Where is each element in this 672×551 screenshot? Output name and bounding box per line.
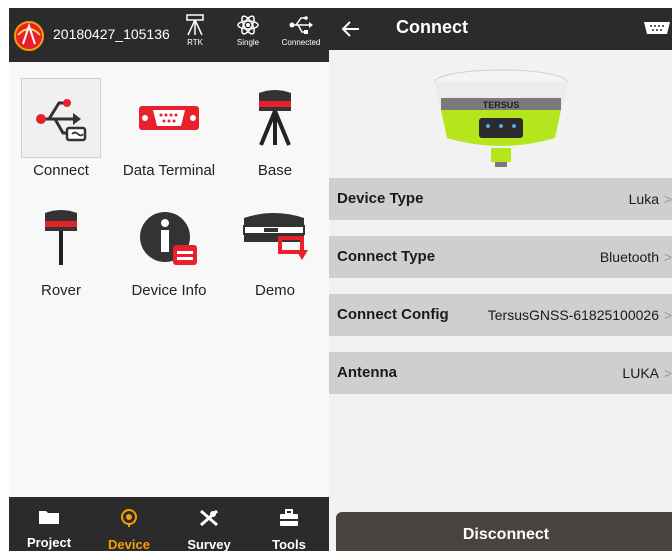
nav-survey-label: Survey [187, 537, 231, 551]
row-connect-type[interactable]: Connect Type Bluetooth > [329, 236, 672, 278]
connect-screen: Connect TERSUS Device Type Luka > Connec… [329, 8, 672, 551]
row-connect-config[interactable]: Connect Config TersusGNSS-61825100026 > [329, 294, 672, 336]
tile-demo-label: Demo [254, 282, 295, 299]
chevron-right-icon: > [663, 307, 672, 323]
tile-data-terminal[interactable]: Data Terminal [123, 78, 215, 188]
tile-connect-label: Connect [33, 162, 89, 179]
tile-base-label: Base [257, 162, 293, 179]
disconnect-button[interactable]: Disconnect [336, 512, 672, 551]
rtk-label: RTK [187, 38, 203, 47]
chevron-right-icon: > [663, 249, 672, 265]
row-antenna-label: Antenna [337, 364, 397, 381]
rover-icon [21, 198, 101, 278]
link-status[interactable]: Connected [279, 13, 323, 47]
row-connect-config-value: TersusGNSS-61825100026 [487, 307, 659, 323]
folder-icon [39, 511, 59, 524]
info-icon [129, 198, 209, 278]
stage: 20180427_105136 RTK Single Connected Con… [0, 0, 672, 551]
back-arrow-icon[interactable] [339, 17, 363, 41]
tile-device-info-label: Device Info [131, 282, 207, 299]
row-device-type-label: Device Type [337, 190, 424, 207]
row-connect-config-label: Connect Config [337, 306, 449, 323]
toolbox-icon [280, 509, 298, 526]
row-device-type-value: Luka [628, 191, 659, 207]
app-logo-icon[interactable] [12, 17, 46, 53]
nav-project-label: Project [26, 535, 72, 550]
nav-tools[interactable]: Tools [249, 497, 329, 551]
serial-port-icon [129, 78, 209, 158]
serial-port-icon[interactable] [642, 20, 672, 36]
tile-base[interactable]: Base [235, 78, 315, 188]
nav-project[interactable]: Project [9, 497, 89, 551]
disconnect-label: Disconnect [462, 526, 550, 543]
solution-label: Single [236, 38, 260, 47]
tile-data-terminal-label: Data Terminal [122, 162, 216, 179]
nav-device-label: Device [108, 537, 150, 551]
base-station-icon [235, 78, 315, 158]
row-antenna[interactable]: Antenna LUKA > [329, 352, 672, 394]
project-name: 20180427_105136 [53, 26, 170, 42]
rtk-antenna-icon [186, 14, 204, 36]
chevron-right-icon: > [663, 191, 672, 207]
device-home-screen: 20180427_105136 RTK Single Connected Con… [9, 8, 329, 551]
tile-rover-label: Rover [40, 282, 81, 299]
row-device-type[interactable]: Device Type Luka > [329, 178, 672, 220]
tile-demo[interactable]: Demo [235, 198, 315, 308]
screen-title: Connect [396, 17, 468, 37]
nav-tools-label: Tools [272, 537, 306, 551]
tile-device-info[interactable]: Device Info [129, 198, 209, 308]
device-image-area: TERSUS [329, 50, 672, 176]
connect-header: Connect [329, 8, 672, 50]
nav-device[interactable]: Device [89, 497, 169, 551]
row-connect-type-label: Connect Type [337, 248, 436, 265]
row-antenna-value: LUKA [622, 365, 659, 381]
bottom-nav: Project Device Survey Tools [9, 497, 329, 551]
device-brand: TERSUS [483, 100, 520, 110]
link-label: Connected [281, 38, 321, 47]
tile-rover[interactable]: Rover [21, 198, 101, 308]
rtk-status[interactable]: RTK [173, 13, 217, 47]
survey-icon [200, 509, 218, 527]
home-header: 20180427_105136 RTK Single Connected [9, 8, 329, 62]
gnss-receiver-image: TERSUS [434, 69, 568, 167]
row-connect-type-value: Bluetooth [599, 249, 659, 265]
satellite-icon [237, 15, 259, 35]
usb-icon [21, 78, 101, 158]
chevron-right-icon: > [663, 365, 672, 381]
usb-connected-icon [289, 16, 313, 34]
tile-connect[interactable]: Connect [21, 78, 101, 188]
nav-survey[interactable]: Survey [169, 497, 249, 551]
device-icon [121, 509, 137, 527]
demo-icon [235, 198, 315, 278]
solution-status[interactable]: Single [226, 13, 270, 47]
